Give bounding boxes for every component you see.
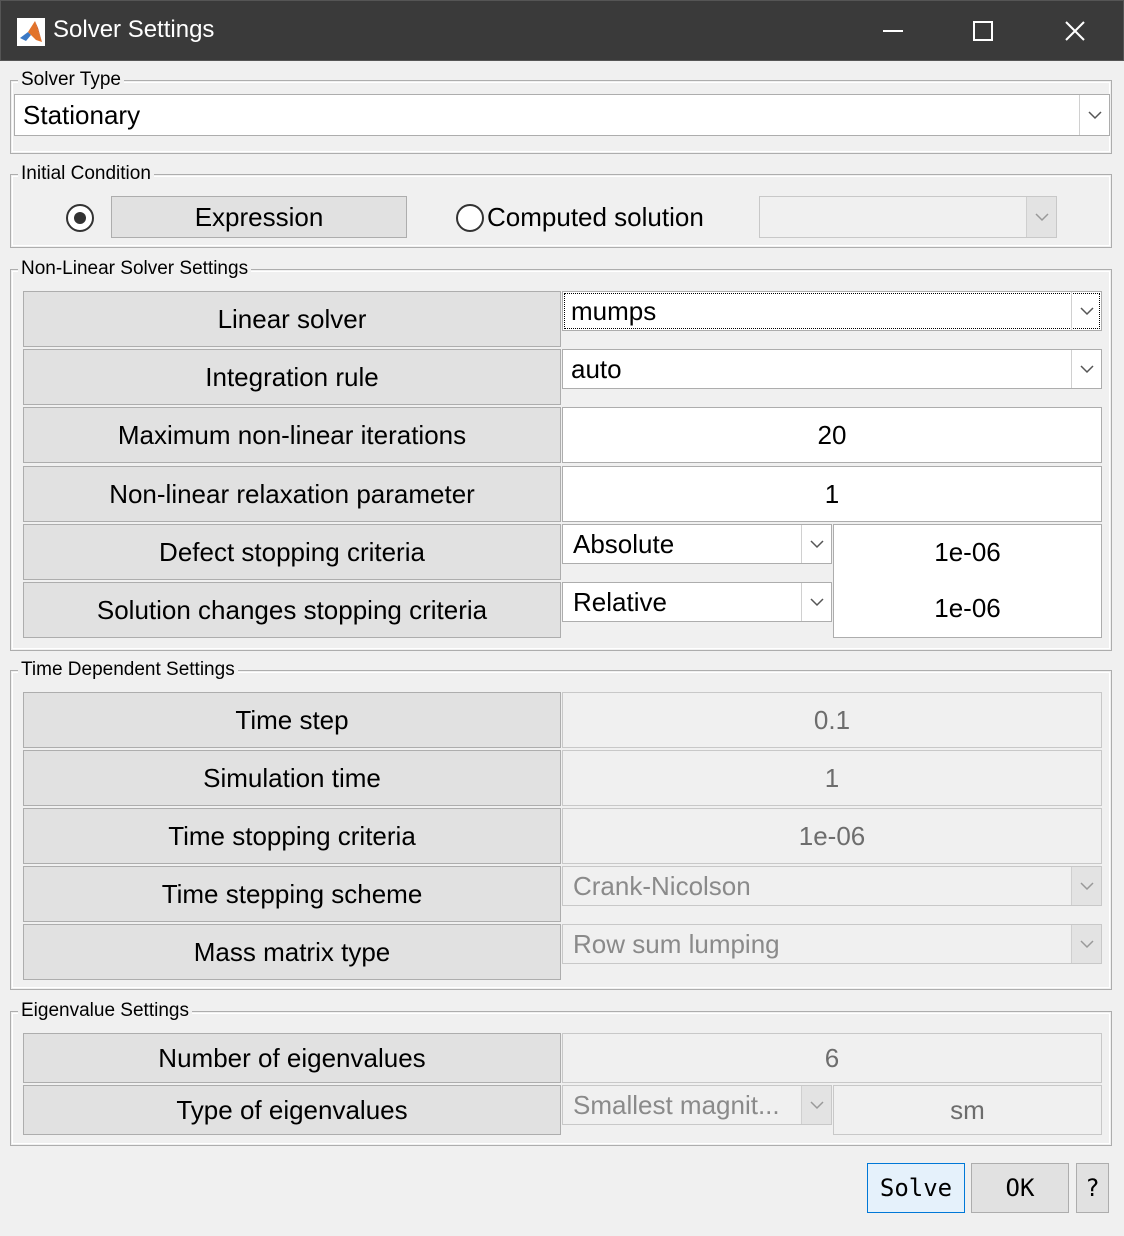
type-of-eigenvalues-dropdown[interactable]: Smallest magnit...	[562, 1085, 832, 1125]
solution-changes-mode-value: Relative	[573, 586, 667, 617]
solution-changes-value-input[interactable]: 1e-06	[833, 580, 1102, 638]
close-icon	[1065, 21, 1085, 41]
time-stepping-scheme-label: Time stepping scheme	[23, 866, 561, 922]
chevron-down-icon	[801, 583, 831, 621]
chevron-down-icon	[1071, 292, 1101, 330]
solver-type-label: Solver Type	[18, 69, 124, 91]
chevron-down-icon	[801, 525, 831, 563]
time-stepping-scheme-value: Crank-Nicolson	[573, 870, 751, 901]
nonlinear-settings-label: Non-Linear Solver Settings	[18, 258, 252, 280]
minimize-icon	[883, 30, 903, 32]
computed-solution-radio[interactable]	[456, 204, 484, 232]
expression-radio[interactable]	[66, 204, 94, 232]
window-title: Solver Settings	[53, 16, 215, 43]
ok-button[interactable]: OK	[971, 1163, 1069, 1213]
eigenvalue-code-input[interactable]: sm	[833, 1085, 1102, 1135]
close-button[interactable]	[1029, 1, 1121, 61]
initial-condition-label: Initial Condition	[18, 163, 154, 185]
chevron-down-icon	[1071, 867, 1101, 905]
type-of-eigenvalues-value: Smallest magnit...	[573, 1089, 780, 1120]
time-step-input[interactable]: 0.1	[562, 692, 1102, 748]
integration-rule-value: auto	[571, 353, 622, 384]
defect-mode-value: Absolute	[573, 528, 675, 559]
relaxation-label: Non-linear relaxation parameter	[23, 466, 561, 522]
linear-solver-value: mumps	[571, 295, 657, 326]
simulation-time-label: Simulation time	[23, 750, 561, 806]
solve-button[interactable]: Solve	[867, 1163, 965, 1213]
eigenvalue-settings-label: Eigenvalue Settings	[18, 1000, 192, 1022]
integration-rule-label: Integration rule	[23, 349, 561, 405]
linear-solver-label: Linear solver	[23, 291, 561, 347]
time-stepping-scheme-dropdown[interactable]: Crank-Nicolson	[562, 866, 1102, 906]
integration-rule-dropdown[interactable]: auto	[562, 349, 1102, 389]
max-iterations-input[interactable]: 20	[562, 407, 1102, 463]
chevron-down-icon	[1071, 350, 1101, 388]
time-stopping-criteria-input[interactable]: 1e-06	[562, 808, 1102, 864]
computed-solution-label[interactable]: Computed solution	[487, 202, 704, 233]
relaxation-input[interactable]: 1	[562, 466, 1102, 522]
defect-mode-dropdown[interactable]: Absolute	[562, 524, 832, 564]
max-iterations-label: Maximum non-linear iterations	[23, 407, 561, 463]
chevron-down-icon	[1026, 197, 1056, 237]
type-of-eigenvalues-label: Type of eigenvalues	[23, 1085, 561, 1135]
chevron-down-icon	[1079, 95, 1109, 135]
mass-matrix-label: Mass matrix type	[23, 924, 561, 980]
title-bar[interactable]: Solver Settings	[0, 0, 1124, 61]
maximize-button[interactable]	[937, 1, 1029, 61]
defect-value-input[interactable]: 1e-06	[833, 524, 1102, 580]
maximize-icon	[973, 21, 993, 41]
linear-solver-dropdown[interactable]: mumps	[562, 291, 1102, 331]
solver-type-value: Stationary	[23, 99, 141, 130]
chevron-down-icon	[1071, 925, 1101, 963]
minimize-button[interactable]	[847, 1, 939, 61]
solution-changes-mode-dropdown[interactable]: Relative	[562, 582, 832, 622]
mass-matrix-value: Row sum lumping	[573, 928, 780, 959]
chevron-down-icon	[801, 1086, 831, 1124]
solver-type-dropdown[interactable]: Stationary	[14, 94, 1110, 136]
help-button[interactable]: ?	[1076, 1163, 1109, 1213]
expression-button[interactable]: Expression	[111, 196, 407, 238]
computed-solution-dropdown[interactable]	[759, 196, 1057, 238]
number-of-eigenvalues-label: Number of eigenvalues	[23, 1033, 561, 1083]
number-of-eigenvalues-input[interactable]: 6	[562, 1033, 1102, 1083]
solution-changes-label: Solution changes stopping criteria	[23, 582, 561, 638]
time-stopping-criteria-label: Time stopping criteria	[23, 808, 561, 864]
time-step-label: Time step	[23, 692, 561, 748]
mass-matrix-dropdown[interactable]: Row sum lumping	[562, 924, 1102, 964]
simulation-time-input[interactable]: 1	[562, 750, 1102, 806]
matlab-logo-icon	[17, 18, 45, 46]
time-settings-label: Time Dependent Settings	[18, 659, 238, 681]
defect-criteria-label: Defect stopping criteria	[23, 524, 561, 580]
